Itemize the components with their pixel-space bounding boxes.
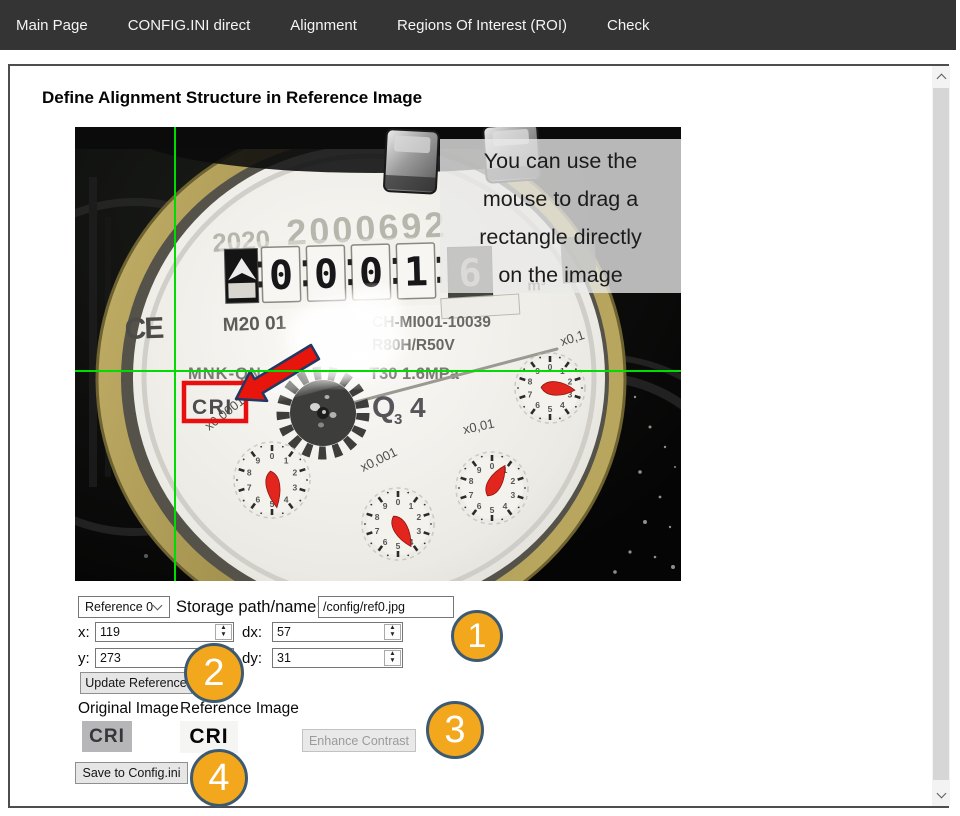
svg-text:0: 0 bbox=[490, 461, 495, 471]
svg-text:4: 4 bbox=[560, 400, 565, 410]
storage-path-wrap bbox=[318, 596, 454, 618]
cri-text: CRI bbox=[192, 396, 233, 419]
save-to-config-button[interactable]: Save to Config.ini bbox=[75, 762, 188, 784]
svg-text:5: 5 bbox=[490, 505, 495, 515]
svg-text:6: 6 bbox=[535, 400, 540, 410]
hint-line: mouse to drag a bbox=[440, 180, 681, 218]
dy-spinner: ▲ ▼ bbox=[384, 650, 401, 666]
original-image-label: Original Image bbox=[78, 700, 179, 718]
svg-text:5: 5 bbox=[548, 404, 553, 414]
page-title: Define Alignment Structure in Reference … bbox=[42, 88, 422, 108]
drag-hint-overlay: You can use the mouse to drag a rectangl… bbox=[440, 139, 681, 293]
scroll-up-button[interactable] bbox=[932, 68, 950, 86]
spin-down-icon[interactable]: ▼ bbox=[216, 632, 231, 639]
nav-regions-of-interest[interactable]: Regions Of Interest (ROI) bbox=[397, 17, 567, 34]
alignment-page: Main Page CONFIG.INI direct Alignment Re… bbox=[0, 0, 960, 816]
chevron-up-icon bbox=[936, 74, 946, 84]
svg-text:8: 8 bbox=[375, 512, 380, 522]
spin-down-icon[interactable]: ▼ bbox=[385, 632, 400, 639]
svg-text:1: 1 bbox=[284, 456, 289, 466]
meter-dial: 0123456789 bbox=[515, 353, 585, 423]
ce-mark-text: CE bbox=[124, 312, 164, 346]
nav-config-ini-direct[interactable]: CONFIG.INI direct bbox=[128, 17, 251, 34]
svg-text:3: 3 bbox=[292, 482, 297, 492]
metal-clip-left bbox=[384, 129, 439, 194]
dy-label: dy: bbox=[242, 650, 262, 667]
svg-text:3: 3 bbox=[417, 526, 422, 536]
chevron-down-icon bbox=[936, 789, 946, 799]
spin-down-icon[interactable]: ▼ bbox=[385, 658, 400, 665]
reference-image[interactable]: 2020 2000692 0 0 0 1 bbox=[75, 127, 681, 581]
dy-input-wrap: ▲ ▼ bbox=[272, 648, 403, 668]
nav-check[interactable]: Check bbox=[607, 17, 650, 34]
dy-input[interactable] bbox=[273, 649, 383, 667]
svg-text:0: 0 bbox=[270, 451, 275, 461]
svg-text:4: 4 bbox=[503, 501, 508, 511]
scroll-down-button[interactable] bbox=[932, 786, 950, 804]
model-text: M20 01 bbox=[222, 313, 287, 336]
storage-path-input[interactable] bbox=[319, 597, 453, 617]
counter-digit-1: 0 bbox=[268, 253, 293, 300]
hint-line: on the image bbox=[440, 256, 681, 294]
svg-text:7: 7 bbox=[469, 490, 474, 500]
svg-text:3: 3 bbox=[511, 490, 516, 500]
q3-sub-text: 3 bbox=[394, 411, 402, 428]
enhance-contrast-button[interactable]: Enhance Contrast bbox=[302, 729, 416, 752]
svg-text:2: 2 bbox=[292, 468, 297, 478]
x-input[interactable] bbox=[96, 623, 214, 641]
dx-input[interactable] bbox=[273, 623, 383, 641]
step-badge-3: 3 bbox=[426, 701, 484, 759]
reference-select[interactable]: Reference 0 bbox=[78, 596, 170, 618]
svg-text:0: 0 bbox=[396, 497, 401, 507]
step-badge-1: 1 bbox=[451, 610, 503, 662]
dx-input-wrap: ▲ ▼ bbox=[272, 622, 403, 642]
storage-path-label: Storage path/name: bbox=[176, 598, 321, 617]
update-reference-button[interactable]: Update Reference bbox=[80, 672, 192, 694]
scrollbar-thumb[interactable] bbox=[933, 88, 949, 780]
dx-spinner: ▲ ▼ bbox=[384, 624, 401, 640]
hint-line: You can use the bbox=[440, 142, 681, 180]
svg-text:4: 4 bbox=[284, 494, 289, 504]
svg-text:7: 7 bbox=[375, 526, 380, 536]
chevron-down-icon bbox=[153, 601, 163, 611]
svg-text:9: 9 bbox=[477, 465, 482, 475]
svg-text:2: 2 bbox=[417, 512, 422, 522]
svg-text:2: 2 bbox=[511, 476, 516, 486]
svg-text:5: 5 bbox=[396, 541, 401, 551]
svg-text:7: 7 bbox=[528, 389, 533, 399]
scrollbar bbox=[932, 66, 950, 806]
svg-text:8: 8 bbox=[247, 468, 252, 478]
original-image-thumbnail: CRI bbox=[82, 721, 132, 752]
svg-text:2: 2 bbox=[568, 377, 573, 387]
svg-text:1: 1 bbox=[409, 501, 414, 511]
nav-alignment[interactable]: Alignment bbox=[290, 17, 357, 34]
nav-main-page[interactable]: Main Page bbox=[16, 17, 88, 34]
step-badge-4: 4 bbox=[190, 749, 248, 807]
q3-text: Q bbox=[372, 391, 395, 424]
svg-text:9: 9 bbox=[256, 456, 261, 466]
reference-image-thumbnail: CRI bbox=[180, 721, 238, 753]
x-spinner: ▲ ▼ bbox=[215, 624, 232, 640]
x-label: x: bbox=[78, 624, 90, 641]
reference-image-label: Reference Image bbox=[180, 700, 299, 718]
svg-text:9: 9 bbox=[383, 501, 388, 511]
step-badge-2: 2 bbox=[184, 643, 244, 703]
svg-text:8: 8 bbox=[528, 377, 533, 387]
y-label: y: bbox=[78, 650, 90, 667]
counter-digit-4: 1 bbox=[403, 249, 428, 296]
svg-text:6: 6 bbox=[383, 537, 388, 547]
counter-digit-2: 0 bbox=[313, 251, 338, 298]
hint-line: rectangle directly bbox=[440, 218, 681, 256]
svg-text:8: 8 bbox=[469, 476, 474, 486]
dx-label: dx: bbox=[242, 624, 262, 641]
svg-text:7: 7 bbox=[247, 482, 252, 492]
svg-text:6: 6 bbox=[256, 494, 261, 504]
svg-text:6: 6 bbox=[477, 501, 482, 511]
reference-select-value: Reference 0 bbox=[79, 600, 154, 614]
q3-value-text: 4 bbox=[410, 392, 426, 423]
top-nav: Main Page CONFIG.INI direct Alignment Re… bbox=[0, 0, 956, 50]
x-input-wrap: ▲ ▼ bbox=[95, 622, 234, 642]
